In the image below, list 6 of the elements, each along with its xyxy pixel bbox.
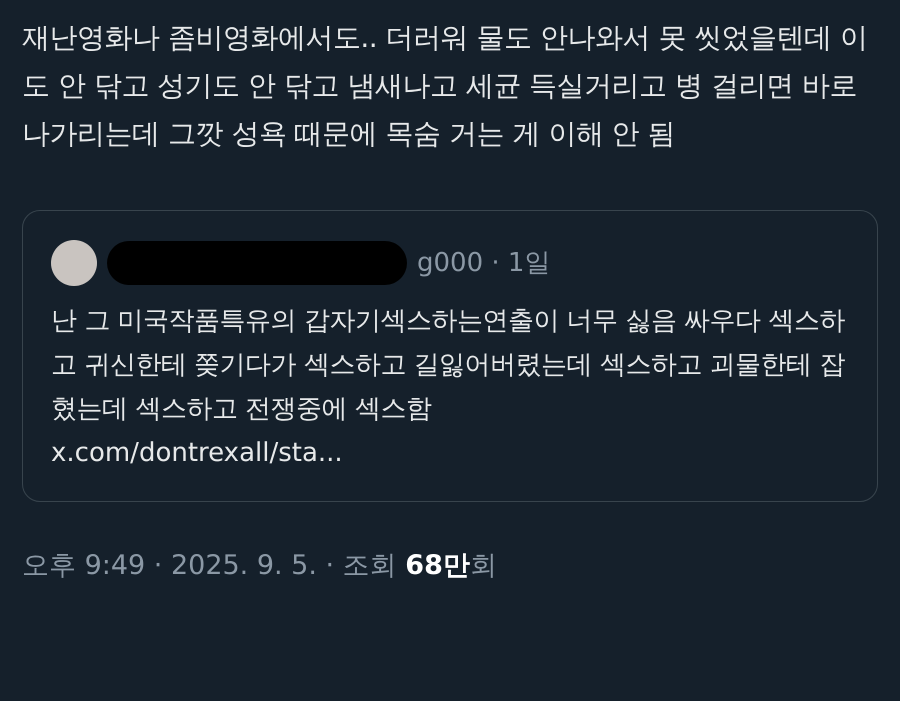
tweet-text: 재난영화나 좀비영화에서도.. 더러워 물도 안나와서 못 씻었을텐데 이도 안 닦고 성기도 안 닦고 냄새나고 세균 득실거리고 병 걸리면 바로 나가리는데 그깟 성욕 때문에 목숨 거는 게 이해 안 됨 bbox=[22, 20, 869, 152]
quote-link[interactable]: x.com/dontrexall/sta... bbox=[51, 431, 849, 475]
tweet-metadata: 오후 9:49 · 2025. 9. 5. · 조회 68만회 bbox=[22, 549, 498, 583]
avatar bbox=[51, 240, 97, 286]
quote-author: g000 · 1일 bbox=[417, 246, 550, 280]
quote-card[interactable]: g000 · 1일 난 그 미국작품특유의 갑자기섹스하는연출이 너무 싫음 싸우다 섹스하고 귀신한테 쫒기다가 섹스하고 길잃어버렸는데 섹스하고 괴물한테 잡혔는데 섹스하고 전쟁중에 섹스함 x.com/dontrexall/sta... bbox=[22, 210, 878, 502]
